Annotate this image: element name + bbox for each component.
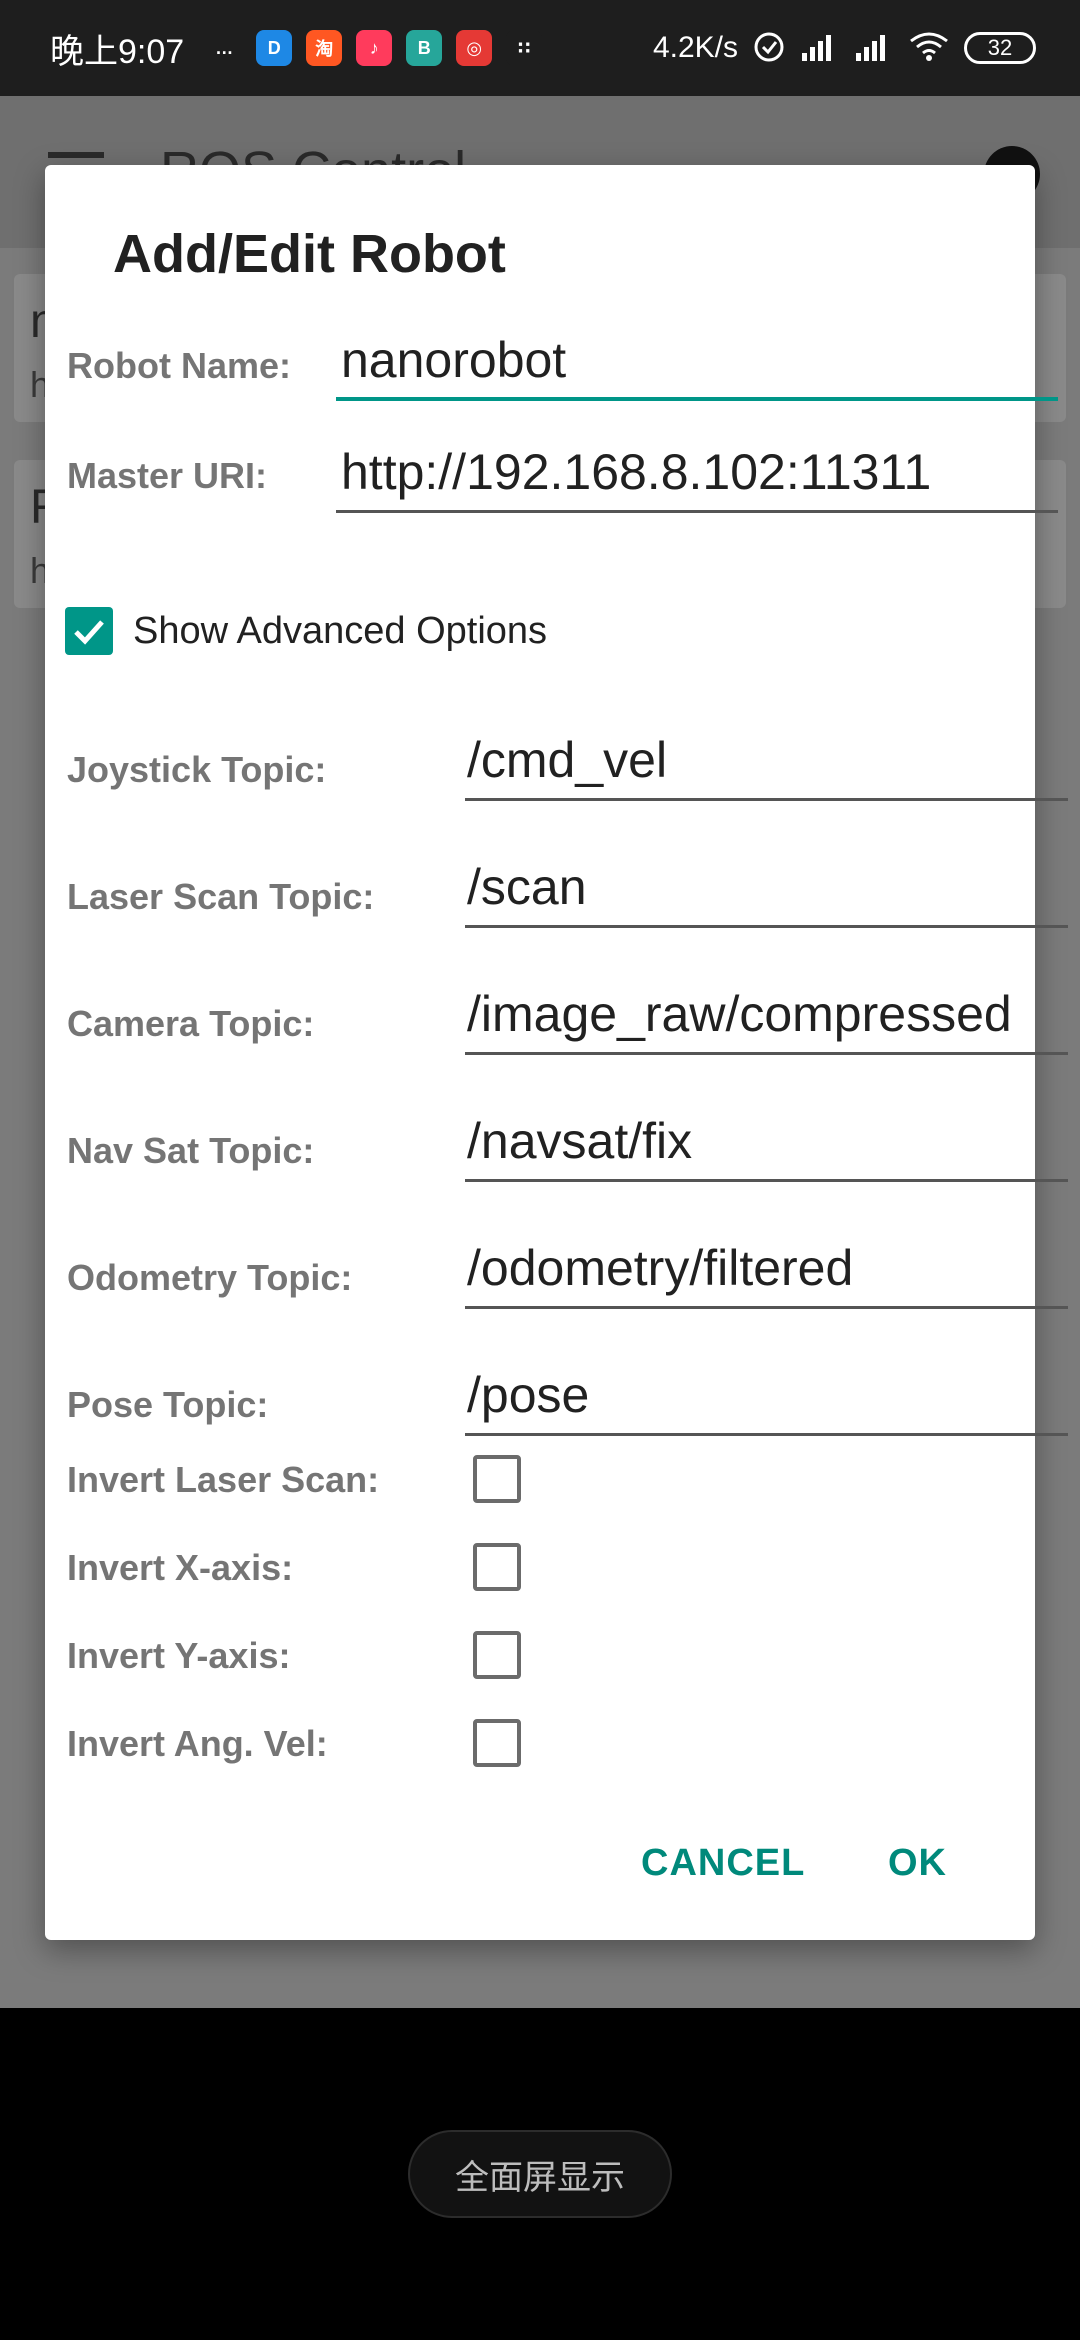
advanced-field-value: /cmd_vel: [467, 732, 668, 788]
robot-name-value: nanorobot: [341, 332, 567, 388]
wifi-icon: [908, 29, 950, 68]
fullscreen-display-button[interactable]: 全面屏显示: [408, 2130, 672, 2218]
add-edit-robot-dialog: Add/Edit Robot Robot Name: nanorobot Mas…: [45, 165, 1068, 1940]
invert-option-label: Invert Y-axis:: [67, 1635, 291, 1676]
advanced-field-value: /image_raw/compressed: [467, 986, 1012, 1042]
signal-hd-2-icon: [854, 29, 894, 68]
ok-button[interactable]: OK: [888, 1842, 947, 1885]
invert-option-checkbox[interactable]: [473, 1631, 521, 1679]
chat-bubble-icon: …: [206, 30, 243, 66]
tiktok-icon: ♪: [356, 30, 393, 66]
advanced-field-input[interactable]: /image_raw/compressed: [465, 979, 1068, 1055]
advanced-field-input[interactable]: /navsat/fix: [465, 1106, 1068, 1182]
invert-option-label: Invert Ang. Vel:: [67, 1723, 328, 1764]
advanced-field-input[interactable]: /pose: [465, 1360, 1068, 1436]
network-speed: 4.2K/s: [652, 31, 738, 64]
advanced-field-label: Nav Sat Topic:: [67, 1130, 315, 1171]
status-bar-left: 晚上9:07 … D 淘 ♪ B ◎ ∷: [50, 24, 543, 73]
advanced-field-value: /scan: [467, 859, 587, 915]
alarm-icon: [752, 29, 786, 68]
target-app-icon: ◎: [456, 30, 493, 66]
advanced-field-value: /navsat/fix: [467, 1113, 693, 1169]
dialog-title: Add/Edit Robot: [113, 224, 506, 284]
advanced-field-label: Laser Scan Topic:: [67, 876, 375, 917]
more-apps-icon: ∷: [506, 30, 543, 66]
signal-hd-icon: [800, 29, 840, 68]
invert-option-checkbox[interactable]: [473, 1455, 521, 1503]
robot-name-input[interactable]: nanorobot: [336, 325, 1058, 401]
status-bar: 晚上9:07 … D 淘 ♪ B ◎ ∷ 4.2K/s 32: [0, 0, 1080, 96]
master-uri-input[interactable]: http://192.168.8.102:11311: [336, 437, 1058, 513]
invert-option-label: Invert X-axis:: [67, 1547, 294, 1588]
advanced-field-label: Camera Topic:: [67, 1003, 315, 1044]
screen: 晚上9:07 …D淘♪B◎∷ 4.2K/s 32 ROS Control: [0, 0, 1080, 2340]
advanced-field-value: /pose: [467, 1367, 590, 1423]
invert-option-checkbox[interactable]: [473, 1719, 521, 1767]
show-advanced-options-checkbox[interactable]: Show Advanced Options: [65, 605, 547, 657]
app-d-icon: D: [256, 30, 293, 66]
master-uri-value: http://192.168.8.102:11311: [341, 444, 932, 500]
notification-icons: … D 淘 ♪ B ◎ ∷: [206, 30, 543, 66]
taobao-icon: 淘: [306, 30, 343, 66]
show-advanced-options-label: Show Advanced Options: [133, 609, 548, 652]
advanced-field-input[interactable]: /scan: [465, 852, 1068, 928]
invert-option-label: Invert Laser Scan:: [67, 1459, 380, 1500]
cancel-button[interactable]: CANCEL: [641, 1842, 805, 1885]
advanced-field-value: /odometry/filtered: [467, 1240, 854, 1296]
advanced-field-label: Odometry Topic:: [67, 1257, 353, 1298]
checkbox-checked-icon[interactable]: [65, 607, 113, 655]
advanced-field-input[interactable]: /odometry/filtered: [465, 1233, 1068, 1309]
advanced-field-label: Joystick Topic:: [67, 749, 327, 790]
robot-name-label: Robot Name:: [67, 345, 291, 386]
status-time: 晚上9:07: [50, 32, 185, 71]
advanced-field-label: Pose Topic:: [67, 1384, 269, 1425]
boss-icon: B: [406, 30, 443, 66]
master-uri-label: Master URI:: [67, 455, 268, 496]
status-bar-right: 4.2K/s 32: [653, 29, 1036, 68]
invert-option-checkbox[interactable]: [473, 1543, 521, 1591]
advanced-field-input[interactable]: /cmd_vel: [465, 725, 1068, 801]
battery-icon: 32: [964, 32, 1036, 64]
